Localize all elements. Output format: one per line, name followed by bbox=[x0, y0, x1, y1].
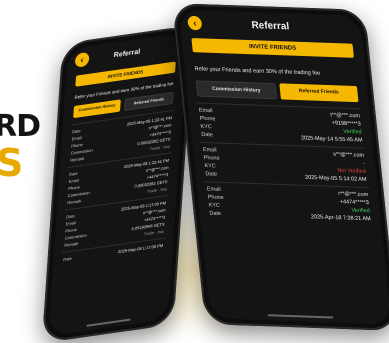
label-date: Date bbox=[205, 170, 218, 178]
list-item: Email r**@***.com Phone +4474*****3 KYC … bbox=[204, 180, 374, 226]
phone-left-screen: ‹ Referral INVITE FRIENDS Refer your Fri… bbox=[48, 31, 188, 337]
label-date: Date bbox=[201, 131, 214, 138]
tab-referred-friends[interactable]: Referred Friends bbox=[124, 91, 174, 111]
tab-bar: Commission History Referred Friends bbox=[186, 79, 369, 103]
value-kyc-status: Verified bbox=[351, 207, 371, 214]
value-phone: - bbox=[362, 160, 366, 167]
value-email: r**@***.com bbox=[337, 190, 369, 198]
value-email: s**@***.com bbox=[332, 151, 365, 159]
commission-list: Date 2025-May-08 1:22:41 PM Email n**@**… bbox=[60, 109, 175, 267]
list-item: Email t**@***.com Phone +9198*****3 KYC … bbox=[196, 102, 366, 148]
header: ‹ Referral bbox=[179, 9, 363, 42]
phone-right-screen: ‹ Referral INVITE FRIENDS Refer your Fri… bbox=[178, 9, 389, 325]
value-date: 2025-Apr-18 7:38:21 AM bbox=[310, 213, 371, 222]
promo-text: Refer your Friends and earn 30% of the t… bbox=[194, 66, 321, 77]
value-date: 2025-May-05 5:14:02 AM bbox=[304, 174, 367, 183]
value-date: 2025-May-14 5:55:45 AM bbox=[300, 134, 363, 144]
label-date: Date bbox=[209, 210, 222, 217]
back-arrow-icon[interactable]: ‹ bbox=[187, 15, 203, 31]
value-email: t**@***.com bbox=[330, 111, 361, 119]
tab-commission-history[interactable]: Commission History bbox=[73, 99, 121, 119]
invite-friends-banner[interactable]: INVITE FRIENDS bbox=[191, 37, 354, 58]
label-date: Date bbox=[63, 255, 73, 262]
phone-left: ‹ Referral INVITE FRIENDS Refer your Fri… bbox=[41, 24, 195, 343]
tab-commission-history[interactable]: Commission History bbox=[195, 79, 277, 99]
value-kyc-status: Verified bbox=[343, 128, 362, 136]
value-phone: +4474*****3 bbox=[339, 198, 370, 206]
home-indicator bbox=[267, 314, 334, 319]
referred-friends-list: Email t**@***.com Phone +9198*****3 KYC … bbox=[196, 102, 374, 226]
value-date: 2025-May-08 1:17:00 PM bbox=[117, 242, 164, 255]
home-indicator bbox=[86, 318, 131, 327]
value-kyc-status: Not Verified bbox=[337, 167, 367, 175]
tab-referred-friends[interactable]: Referred Friends bbox=[279, 82, 359, 102]
page-title: Referral bbox=[113, 47, 141, 59]
background-word-top: RD bbox=[0, 109, 41, 144]
page-title: Referral bbox=[250, 19, 290, 32]
phone-right: ‹ Referral INVITE FRIENDS Refer your Fri… bbox=[171, 3, 389, 331]
list-item: Email s**@***.com Phone - KYC Not Verifi… bbox=[200, 141, 370, 187]
background-word-bottom: S bbox=[0, 141, 23, 185]
value-phone: +9198*****3 bbox=[331, 119, 362, 128]
back-arrow-icon[interactable]: ‹ bbox=[74, 51, 90, 68]
